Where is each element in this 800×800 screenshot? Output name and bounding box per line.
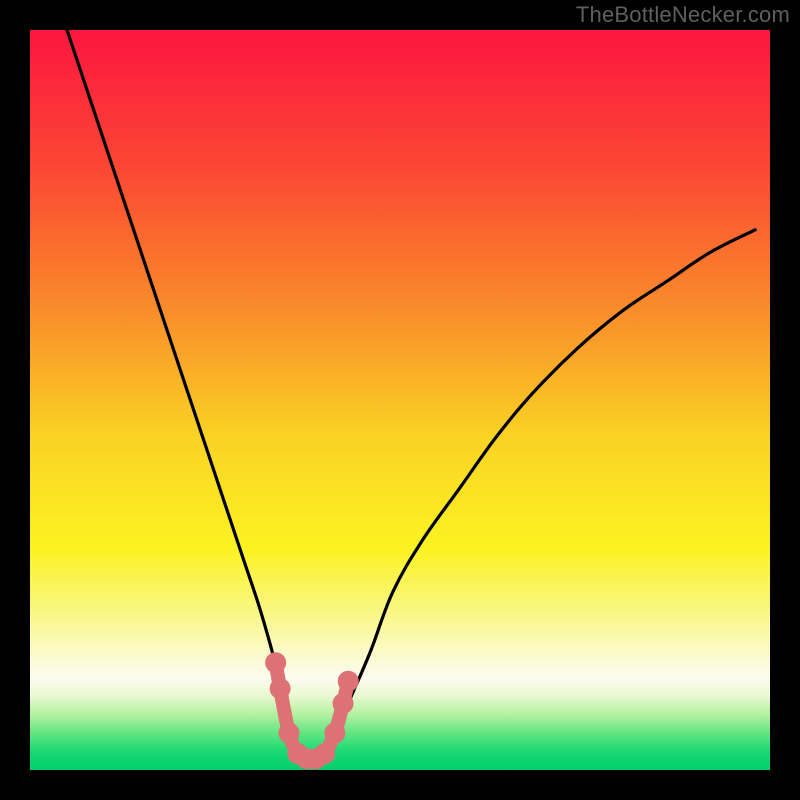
marker-dot	[270, 678, 291, 699]
marker-dot	[265, 652, 286, 673]
marker-dot	[338, 671, 359, 692]
chart-svg	[30, 30, 770, 770]
chart-frame: TheBottleNecker.com	[0, 0, 800, 800]
marker-dot	[314, 743, 335, 764]
marker-dot	[333, 693, 354, 714]
marker-dot	[279, 723, 300, 744]
watermark-text: TheBottleNecker.com	[576, 2, 790, 28]
marker-dot	[324, 723, 345, 744]
gradient-background	[30, 30, 770, 770]
plot-area	[30, 30, 770, 770]
